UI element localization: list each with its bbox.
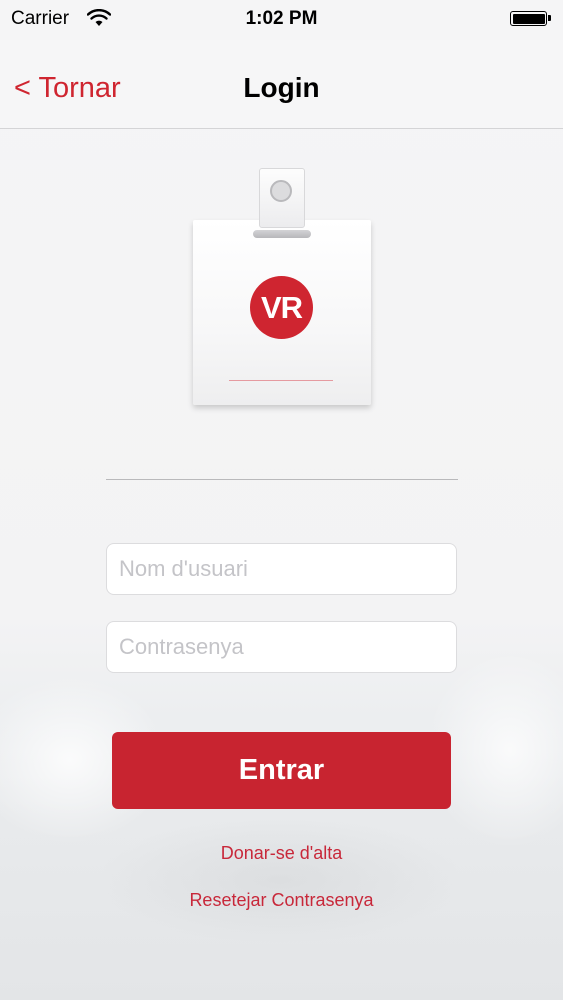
id-badge-illustration: VR	[193, 168, 371, 408]
battery-icon	[510, 11, 551, 26]
username-input[interactable]	[107, 544, 456, 594]
divider	[106, 479, 458, 480]
badge-card: VR	[193, 220, 371, 405]
signup-link[interactable]: Donar-se d'alta	[0, 843, 563, 864]
reset-password-link[interactable]: Resetejar Contrasenya	[0, 890, 563, 911]
vr-logo: VR	[250, 276, 313, 339]
badge-clip-hole	[270, 180, 292, 202]
login-button[interactable]: Entrar	[112, 732, 451, 809]
password-field[interactable]	[106, 621, 457, 673]
clock: 1:02 PM	[245, 8, 318, 29]
navigation-bar: < Tornar Login	[0, 40, 563, 129]
username-field[interactable]	[106, 543, 457, 595]
password-input[interactable]	[107, 622, 456, 672]
badge-line	[229, 380, 333, 381]
status-bar: Carrier 1:02 PM	[0, 0, 563, 40]
back-button[interactable]: < Tornar	[14, 72, 121, 105]
badge-clip-bar	[253, 230, 311, 238]
